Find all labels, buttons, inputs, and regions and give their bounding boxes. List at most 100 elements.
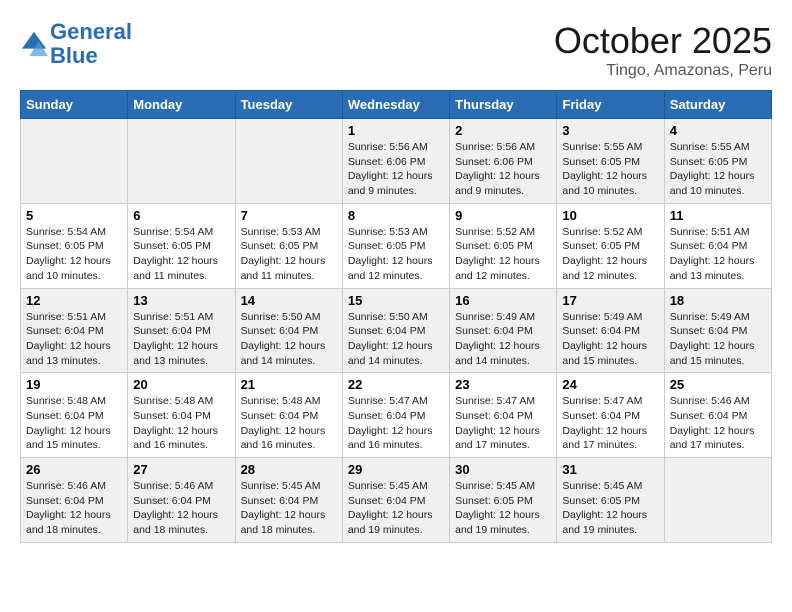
day-info: Sunrise: 5:50 AM Sunset: 6:04 PM Dayligh… [348, 310, 444, 369]
calendar-cell: 16 Sunrise: 5:49 AM Sunset: 6:04 PM Dayli… [450, 288, 557, 373]
day-info: Sunrise: 5:55 AM Sunset: 6:05 PM Dayligh… [670, 140, 766, 199]
day-number: 9 [455, 208, 551, 223]
day-number: 17 [562, 293, 658, 308]
day-info: Sunrise: 5:50 AM Sunset: 6:04 PM Dayligh… [241, 310, 337, 369]
day-info: Sunrise: 5:51 AM Sunset: 6:04 PM Dayligh… [133, 310, 229, 369]
day-info: Sunrise: 5:46 AM Sunset: 6:04 PM Dayligh… [133, 479, 229, 538]
weekday-header: Monday [128, 91, 235, 119]
day-number: 26 [26, 462, 122, 477]
calendar-week-row: 1 Sunrise: 5:56 AM Sunset: 6:06 PM Daylig… [21, 119, 772, 204]
day-info: Sunrise: 5:52 AM Sunset: 6:05 PM Dayligh… [562, 225, 658, 284]
day-info: Sunrise: 5:49 AM Sunset: 6:04 PM Dayligh… [455, 310, 551, 369]
logo-text: General Blue [50, 20, 132, 68]
day-number: 14 [241, 293, 337, 308]
calendar-cell: 26Sunrise: 5:46 AM Sunset: 6:04 PM Dayli… [21, 458, 128, 543]
calendar-cell: 11Sunrise: 5:51 AM Sunset: 6:04 PM Dayli… [664, 203, 771, 288]
day-info: Sunrise: 5:54 AM Sunset: 6:05 PM Dayligh… [133, 225, 229, 284]
calendar-cell: 23 Sunrise: 5:47 AM Sunset: 6:04 PM Dayli… [450, 373, 557, 458]
logo: General Blue [20, 20, 132, 68]
logo-icon [20, 30, 48, 58]
day-number: 8 [348, 208, 444, 223]
weekday-header: Thursday [450, 91, 557, 119]
calendar-cell: 4 Sunrise: 5:55 AM Sunset: 6:05 PM Daylig… [664, 119, 771, 204]
day-number: 6 [133, 208, 229, 223]
calendar-cell: 17 Sunrise: 5:49 AM Sunset: 6:04 PM Dayli… [557, 288, 664, 373]
day-info: Sunrise: 5:55 AM Sunset: 6:05 PM Dayligh… [562, 140, 658, 199]
calendar-cell: 7Sunrise: 5:53 AM Sunset: 6:05 PM Daylig… [235, 203, 342, 288]
day-info: Sunrise: 5:48 AM Sunset: 6:04 PM Dayligh… [133, 394, 229, 453]
month-title: October 2025 [554, 20, 772, 62]
calendar-cell: 31 Sunrise: 5:45 AM Sunset: 6:05 PM Dayli… [557, 458, 664, 543]
calendar-cell: 25Sunrise: 5:46 AM Sunset: 6:04 PM Dayli… [664, 373, 771, 458]
day-number: 1 [348, 123, 444, 138]
calendar-week-row: 5 Sunrise: 5:54 AM Sunset: 6:05 PM Daylig… [21, 203, 772, 288]
day-number: 22 [348, 377, 444, 392]
calendar-cell [128, 119, 235, 204]
calendar-cell [235, 119, 342, 204]
calendar-cell: 3 Sunrise: 5:55 AM Sunset: 6:05 PM Daylig… [557, 119, 664, 204]
day-number: 29 [348, 462, 444, 477]
day-number: 25 [670, 377, 766, 392]
calendar-cell: 21 Sunrise: 5:48 AM Sunset: 6:04 PM Dayli… [235, 373, 342, 458]
day-number: 31 [562, 462, 658, 477]
calendar-cell: 19 Sunrise: 5:48 AM Sunset: 6:04 PM Dayli… [21, 373, 128, 458]
day-number: 7 [241, 208, 337, 223]
calendar-cell: 9 Sunrise: 5:52 AM Sunset: 6:05 PM Daylig… [450, 203, 557, 288]
day-info: Sunrise: 5:49 AM Sunset: 6:04 PM Dayligh… [562, 310, 658, 369]
calendar-cell: 18 Sunrise: 5:49 AM Sunset: 6:04 PM Dayli… [664, 288, 771, 373]
day-info: Sunrise: 5:49 AM Sunset: 6:04 PM Dayligh… [670, 310, 766, 369]
day-number: 3 [562, 123, 658, 138]
calendar-cell: 22Sunrise: 5:47 AM Sunset: 6:04 PM Dayli… [342, 373, 449, 458]
calendar-cell: 27 Sunrise: 5:46 AM Sunset: 6:04 PM Dayli… [128, 458, 235, 543]
calendar-week-row: 19 Sunrise: 5:48 AM Sunset: 6:04 PM Dayli… [21, 373, 772, 458]
day-number: 28 [241, 462, 337, 477]
calendar-week-row: 12Sunrise: 5:51 AM Sunset: 6:04 PM Dayli… [21, 288, 772, 373]
day-number: 16 [455, 293, 551, 308]
day-number: 24 [562, 377, 658, 392]
calendar-cell: 24Sunrise: 5:47 AM Sunset: 6:04 PM Dayli… [557, 373, 664, 458]
day-number: 30 [455, 462, 551, 477]
weekday-header: Tuesday [235, 91, 342, 119]
day-info: Sunrise: 5:54 AM Sunset: 6:05 PM Dayligh… [26, 225, 122, 284]
day-number: 15 [348, 293, 444, 308]
calendar-cell [21, 119, 128, 204]
calendar-cell: 30 Sunrise: 5:45 AM Sunset: 6:05 PM Dayli… [450, 458, 557, 543]
day-number: 11 [670, 208, 766, 223]
calendar-cell: 13 Sunrise: 5:51 AM Sunset: 6:04 PM Dayli… [128, 288, 235, 373]
day-number: 23 [455, 377, 551, 392]
day-number: 4 [670, 123, 766, 138]
day-number: 19 [26, 377, 122, 392]
day-info: Sunrise: 5:52 AM Sunset: 6:05 PM Dayligh… [455, 225, 551, 284]
calendar-table: SundayMondayTuesdayWednesdayThursdayFrid… [20, 90, 772, 543]
day-info: Sunrise: 5:51 AM Sunset: 6:04 PM Dayligh… [26, 310, 122, 369]
calendar-cell: 12Sunrise: 5:51 AM Sunset: 6:04 PM Dayli… [21, 288, 128, 373]
day-number: 5 [26, 208, 122, 223]
weekday-header: Wednesday [342, 91, 449, 119]
day-info: Sunrise: 5:53 AM Sunset: 6:05 PM Dayligh… [348, 225, 444, 284]
calendar-week-row: 26 Sunrise: 5:46 AM Sunset: 6:04 PM Dayli… [21, 458, 772, 543]
day-info: Sunrise: 5:47 AM Sunset: 6:04 PM Dayligh… [455, 394, 551, 453]
calendar-cell: 2 Sunrise: 5:56 AM Sunset: 6:06 PM Daylig… [450, 119, 557, 204]
calendar-cell [664, 458, 771, 543]
page-header: General Blue October 2025 Tingo, Amazona… [20, 20, 772, 80]
calendar-cell: 14 Sunrise: 5:50 AM Sunset: 6:04 PM Dayli… [235, 288, 342, 373]
location: Tingo, Amazonas, Peru [554, 62, 772, 80]
day-number: 13 [133, 293, 229, 308]
day-number: 2 [455, 123, 551, 138]
calendar-cell: 15 Sunrise: 5:50 AM Sunset: 6:04 PM Dayli… [342, 288, 449, 373]
calendar-cell: 28Sunrise: 5:45 AM Sunset: 6:04 PM Dayli… [235, 458, 342, 543]
day-info: Sunrise: 5:48 AM Sunset: 6:04 PM Dayligh… [241, 394, 337, 453]
day-info: Sunrise: 5:48 AM Sunset: 6:04 PM Dayligh… [26, 394, 122, 453]
day-info: Sunrise: 5:45 AM Sunset: 6:05 PM Dayligh… [455, 479, 551, 538]
calendar-cell: 5 Sunrise: 5:54 AM Sunset: 6:05 PM Daylig… [21, 203, 128, 288]
day-info: Sunrise: 5:56 AM Sunset: 6:06 PM Dayligh… [455, 140, 551, 199]
day-number: 21 [241, 377, 337, 392]
day-number: 18 [670, 293, 766, 308]
day-number: 27 [133, 462, 229, 477]
calendar-cell: 29Sunrise: 5:45 AM Sunset: 6:04 PM Dayli… [342, 458, 449, 543]
day-info: Sunrise: 5:45 AM Sunset: 6:05 PM Dayligh… [562, 479, 658, 538]
calendar-cell: 1Sunrise: 5:56 AM Sunset: 6:06 PM Daylig… [342, 119, 449, 204]
title-block: October 2025 Tingo, Amazonas, Peru [554, 20, 772, 80]
weekday-header-row: SundayMondayTuesdayWednesdayThursdayFrid… [21, 91, 772, 119]
day-number: 10 [562, 208, 658, 223]
